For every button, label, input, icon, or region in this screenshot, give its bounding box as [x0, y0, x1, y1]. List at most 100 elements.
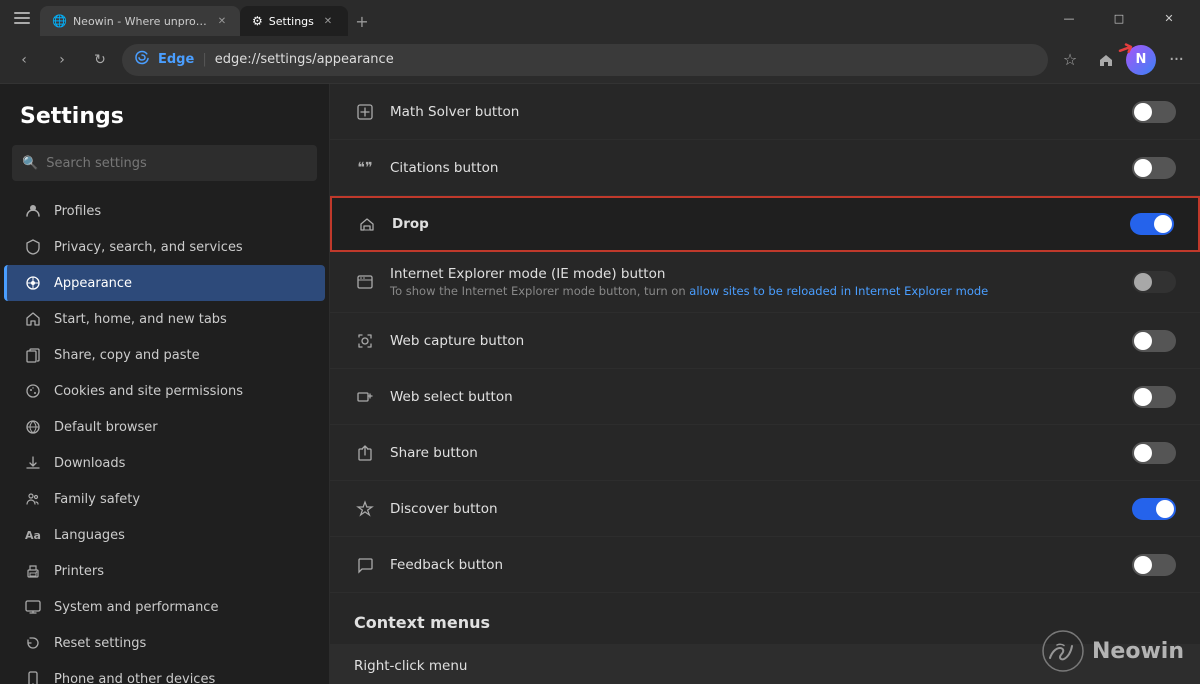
back-button[interactable]: ‹: [8, 44, 40, 76]
feedback-icon: [354, 554, 376, 576]
profile-avatar[interactable]: N: [1126, 45, 1156, 75]
web-capture-toggle[interactable]: [1132, 330, 1176, 352]
math-solver-content: Math Solver button: [390, 104, 1118, 120]
sidebar-item-system[interactable]: System and performance: [4, 589, 325, 625]
citations-icon: ❝❞: [354, 157, 376, 179]
sidebar-item-share-copy-label: Share, copy and paste: [54, 348, 200, 363]
ie-mode-link[interactable]: allow sites to be reloaded in Internet E…: [689, 284, 988, 298]
address-bar[interactable]: Edge | edge://settings/appearance: [122, 44, 1048, 76]
title-bar: 🌐 Neowin - Where unprofessional... ✕ ⚙ S…: [0, 0, 1200, 36]
sidebar-item-printers-label: Printers: [54, 564, 104, 579]
sidebar-item-printers[interactable]: Printers: [4, 553, 325, 589]
web-capture-row: Web capture button: [330, 313, 1200, 369]
ie-mode-row: Internet Explorer mode (IE mode) button …: [330, 252, 1200, 313]
math-solver-icon: [354, 101, 376, 123]
drop-row: Drop: [330, 196, 1200, 252]
sidebar-item-family-safety-label: Family safety: [54, 492, 140, 507]
sidebar-item-privacy-label: Privacy, search, and services: [54, 240, 243, 255]
family-safety-icon: [24, 490, 42, 508]
share-content: Share button: [390, 445, 1118, 461]
sidebar-item-appearance[interactable]: Appearance: [4, 265, 325, 301]
web-capture-title: Web capture button: [390, 333, 1118, 349]
math-solver-row: Math Solver button: [330, 84, 1200, 140]
start-home-icon: [24, 310, 42, 328]
sidebar-item-family-safety[interactable]: Family safety: [4, 481, 325, 517]
math-solver-title: Math Solver button: [390, 104, 1118, 120]
tab-settings-icon: ⚙: [252, 14, 263, 28]
drop-icon: [356, 213, 378, 235]
new-tab-button[interactable]: +: [348, 7, 376, 35]
web-select-title: Web select button: [390, 389, 1118, 405]
share-row: Share button: [330, 425, 1200, 481]
feedback-toggle[interactable]: [1132, 554, 1176, 576]
discover-content: Discover button: [390, 501, 1118, 517]
ie-mode-icon: [354, 271, 376, 293]
sidebar-item-phone[interactable]: Phone and other devices: [4, 661, 325, 684]
tab-bar: 🌐 Neowin - Where unprofessional... ✕ ⚙ S…: [40, 0, 1042, 36]
forward-button[interactable]: ›: [46, 44, 78, 76]
cookies-icon: [24, 382, 42, 400]
sidebar-item-privacy[interactable]: Privacy, search, and services: [4, 229, 325, 265]
ie-mode-content: Internet Explorer mode (IE mode) button …: [390, 266, 1118, 298]
sidebar-item-start-home[interactable]: Start, home, and new tabs: [4, 301, 325, 337]
search-icon: 🔍: [22, 156, 38, 171]
search-settings-box[interactable]: 🔍 Search settings: [12, 145, 317, 181]
sidebar-item-default-browser-label: Default browser: [54, 420, 158, 435]
sidebar-title: Settings: [0, 104, 329, 145]
sidebar-item-appearance-label: Appearance: [54, 276, 132, 291]
drop-content: Drop: [392, 216, 1116, 232]
web-select-toggle[interactable]: [1132, 386, 1176, 408]
sidebar-item-system-label: System and performance: [54, 600, 218, 615]
share-toggle[interactable]: [1132, 442, 1176, 464]
sidebar-item-profiles-label: Profiles: [54, 204, 101, 219]
web-select-icon: [354, 386, 376, 408]
refresh-button[interactable]: ↻: [84, 44, 116, 76]
sidebar-item-profiles[interactable]: Profiles: [4, 193, 325, 229]
sidebar-item-languages[interactable]: Aa Languages: [4, 517, 325, 553]
tab-settings-close[interactable]: ✕: [320, 13, 336, 29]
minimize-button[interactable]: —: [1046, 0, 1092, 36]
drop-toggle[interactable]: [1130, 213, 1174, 235]
tab-settings-label: Settings: [269, 15, 314, 28]
profiles-icon: [24, 202, 42, 220]
sidebar-item-reset-label: Reset settings: [54, 636, 146, 651]
tab-settings[interactable]: ⚙ Settings ✕: [240, 6, 348, 36]
more-button[interactable]: ···: [1160, 44, 1192, 76]
system-icon: [24, 598, 42, 616]
tab-neowin[interactable]: 🌐 Neowin - Where unprofessional... ✕: [40, 6, 240, 36]
favorites-button[interactable]: ☆: [1054, 44, 1086, 76]
sidebar-item-default-browser[interactable]: Default browser: [4, 409, 325, 445]
main-layout: Settings 🔍 Search settings Profiles Priv…: [0, 84, 1200, 684]
neowin-logo-icon: [1042, 630, 1084, 672]
ie-mode-toggle[interactable]: [1132, 271, 1176, 293]
drop-title: Drop: [392, 216, 1116, 232]
math-solver-toggle[interactable]: [1132, 101, 1176, 123]
sidebar-toggle[interactable]: [8, 4, 36, 32]
sidebar-item-reset[interactable]: Reset settings: [4, 625, 325, 661]
default-browser-icon: [24, 418, 42, 436]
discover-toggle[interactable]: [1132, 498, 1176, 520]
share-title: Share button: [390, 445, 1118, 461]
drop-button[interactable]: ➜: [1090, 44, 1122, 76]
citations-row: ❝❞ Citations button: [330, 140, 1200, 196]
citations-title: Citations button: [390, 160, 1118, 176]
discover-icon: [354, 498, 376, 520]
close-button[interactable]: ✕: [1146, 0, 1192, 36]
citations-toggle[interactable]: [1132, 157, 1176, 179]
discover-title: Discover button: [390, 501, 1118, 517]
downloads-icon: [24, 454, 42, 472]
languages-icon: Aa: [24, 526, 42, 544]
reset-icon: [24, 634, 42, 652]
tab-neowin-close[interactable]: ✕: [216, 13, 228, 29]
right-click-menu-label: Right-click menu: [354, 658, 467, 674]
search-placeholder: Search settings: [46, 156, 147, 171]
ie-mode-title: Internet Explorer mode (IE mode) button: [390, 266, 1118, 282]
address-separator: |: [202, 52, 206, 67]
sidebar-item-cookies[interactable]: Cookies and site permissions: [4, 373, 325, 409]
phone-icon: [24, 670, 42, 684]
maximize-button[interactable]: □: [1096, 0, 1142, 36]
nav-bar: ‹ › ↻ Edge | edge://settings/appearance …: [0, 36, 1200, 84]
sidebar-item-share-copy[interactable]: Share, copy and paste: [4, 337, 325, 373]
share-icon: [354, 442, 376, 464]
sidebar-item-downloads[interactable]: Downloads: [4, 445, 325, 481]
